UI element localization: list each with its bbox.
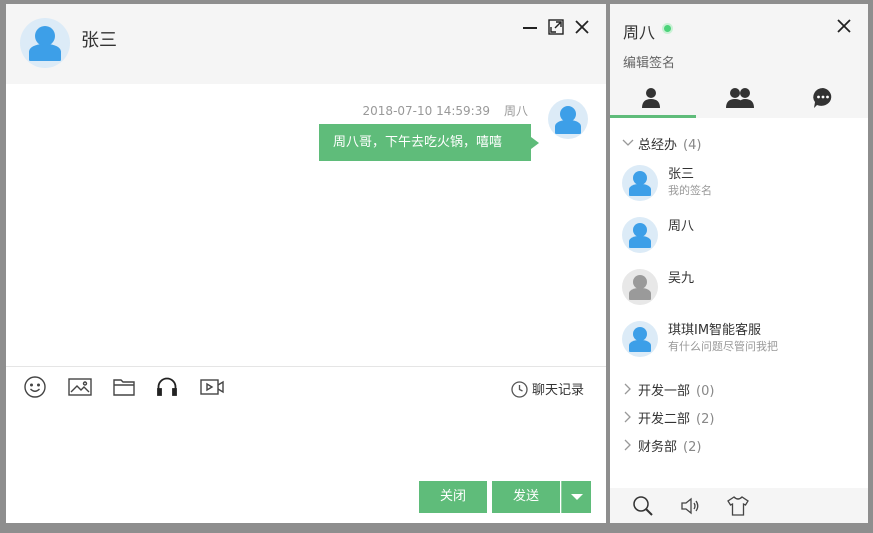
message-bubble: 周八哥，下午去吃火锅，嘻嘻 <box>319 124 531 161</box>
contact-avatar-offline <box>622 269 658 305</box>
group-count: (2) <box>683 440 702 455</box>
group-header[interactable]: 开发二部 (2) <box>610 407 868 427</box>
video-icon[interactable] <box>199 375 225 399</box>
tab-contacts[interactable] <box>610 82 696 118</box>
tab-messages[interactable] <box>782 82 868 118</box>
group-header[interactable]: 财务部 (2) <box>610 435 868 455</box>
image-icon[interactable] <box>67 375 93 399</box>
chat-history-button[interactable]: 聊天记录 <box>511 379 584 398</box>
message-time: 2018-07-10 14:59:39 <box>362 104 490 118</box>
contact-item[interactable]: 张三 我的签名 <box>610 158 868 208</box>
folder-icon[interactable] <box>112 375 138 399</box>
chevron-right-icon <box>624 411 631 423</box>
chat-window: 张三 2018-07-10 14:59:39 周八 周八哥，下午去吃火锅，嘻嘻 <box>6 4 606 523</box>
edit-signature-link[interactable]: 编辑签名 <box>623 52 675 71</box>
close-button[interactable]: 关闭 <box>419 481 487 513</box>
speaker-icon[interactable] <box>679 495 701 517</box>
chevron-right-icon <box>624 383 631 395</box>
contact-name: 周八 <box>668 219 695 234</box>
group-name: 开发一部 <box>638 384 691 399</box>
search-icon[interactable] <box>632 495 654 517</box>
chat-header: 张三 <box>6 4 606 84</box>
group-icon <box>726 88 754 108</box>
group-name: 开发二部 <box>638 412 691 427</box>
close-icon[interactable] <box>573 18 591 36</box>
group-count: (4) <box>683 138 702 153</box>
bubble-tail <box>531 137 539 149</box>
chat-title: 张三 <box>81 30 117 51</box>
contact-avatar <box>622 165 658 201</box>
panel-footer <box>610 488 868 523</box>
headphones-icon[interactable] <box>155 375 181 399</box>
chevron-right-icon <box>624 439 631 451</box>
smile-icon[interactable] <box>23 375 49 399</box>
skin-icon[interactable] <box>726 495 749 517</box>
contact-item[interactable]: 吴九 <box>610 262 868 312</box>
contact-item[interactable]: 琪琪IM智能客服 有什么问题尽管问我把 <box>610 314 868 364</box>
current-user-name: 周八 <box>623 23 656 42</box>
message-sender: 周八 <box>503 104 528 118</box>
group-header[interactable]: 总经办 (4) <box>610 133 868 153</box>
contact-signature: 我的签名 <box>668 184 712 197</box>
group-count: (0) <box>696 384 715 399</box>
message-meta: 2018-07-10 14:59:39 周八 <box>346 102 528 119</box>
contact-panel: 周八 编辑签名 总经办 (4) 张三 我的签名 周八 吴九 琪琪IM智能客服 有… <box>610 4 868 523</box>
contact-signature: 有什么问题尽管问我把 <box>668 340 778 353</box>
chat-partner-avatar[interactable] <box>20 18 70 68</box>
minimize-icon[interactable] <box>521 18 539 36</box>
contact-avatar <box>622 321 658 357</box>
input-toolbar: 聊天记录 <box>6 366 606 404</box>
group-count: (2) <box>696 412 715 427</box>
contact-item[interactable]: 周八 <box>610 210 868 260</box>
contact-name: 琪琪IM智能客服 <box>668 323 762 338</box>
online-status-icon <box>662 23 673 34</box>
sender-avatar[interactable] <box>548 99 588 139</box>
user-icon <box>642 88 660 108</box>
clock-icon <box>511 381 528 398</box>
chat-history-label: 聊天记录 <box>532 383 585 398</box>
send-options-dropdown[interactable] <box>561 481 591 513</box>
contact-name: 吴九 <box>668 271 695 286</box>
contact-name: 张三 <box>668 167 695 182</box>
group-name: 财务部 <box>638 440 678 455</box>
group-name: 总经办 <box>638 138 678 153</box>
send-button[interactable]: 发送 <box>492 481 560 513</box>
tab-groups[interactable] <box>696 82 782 118</box>
panel-header: 周八 编辑签名 <box>610 4 868 118</box>
maximize-icon[interactable] <box>547 18 565 36</box>
group-header[interactable]: 开发一部 (0) <box>610 379 868 399</box>
message-input[interactable] <box>6 405 606 475</box>
chevron-down-icon <box>622 139 634 146</box>
chat-bubble-icon <box>813 88 832 108</box>
panel-close-icon[interactable] <box>836 18 852 34</box>
contact-avatar <box>622 217 658 253</box>
